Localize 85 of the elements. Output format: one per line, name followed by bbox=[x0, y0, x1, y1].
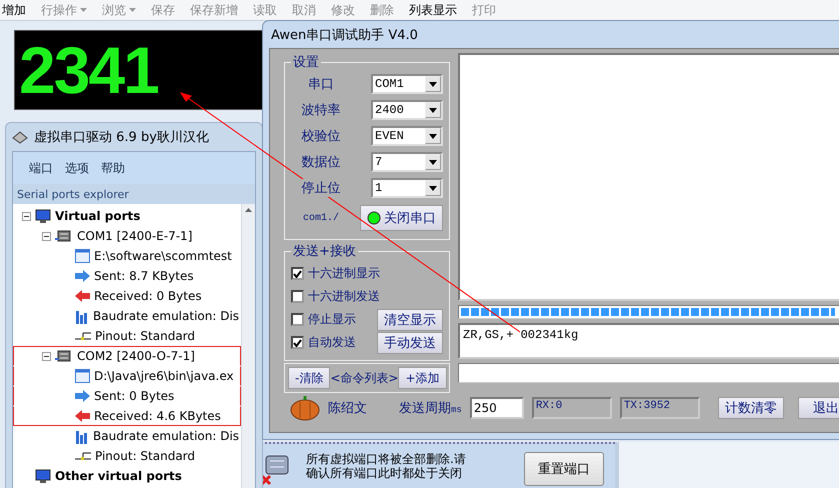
check-icon bbox=[293, 338, 302, 346]
computer-icon bbox=[35, 208, 51, 224]
scrollbar[interactable] bbox=[241, 204, 255, 488]
dropdown-field[interactable]: 7 bbox=[371, 152, 443, 172]
tree-item[interactable]: Baudrate emulation: Dis bbox=[13, 426, 241, 446]
menu-item[interactable]: 帮助 bbox=[101, 160, 125, 176]
checkbox[interactable] bbox=[291, 290, 304, 303]
toolbar-button[interactable]: 增加 bbox=[2, 2, 26, 18]
dropdown-field[interactable]: EVEN bbox=[371, 126, 443, 146]
tree-item[interactable]: Pinout: Standard bbox=[13, 446, 241, 466]
tree-item[interactable]: Other virtual ports bbox=[13, 466, 241, 486]
tree-item[interactable]: E:\software\scommtest bbox=[13, 246, 241, 266]
window-icon bbox=[75, 249, 90, 263]
command-list-label: <命令列表> bbox=[330, 370, 398, 386]
reset-count-button[interactable]: 计数清零 bbox=[718, 397, 784, 419]
checkbox[interactable] bbox=[291, 336, 304, 349]
scroll-up-icon[interactable] bbox=[245, 208, 252, 212]
serial-port-icon bbox=[55, 349, 73, 363]
checkbox-label: 自动发送 bbox=[308, 334, 357, 351]
tree-item[interactable]: Received: 0 Bytes bbox=[13, 286, 241, 306]
right-arrow-icon bbox=[75, 390, 90, 402]
highlighted-tree-item[interactable]: COM2 [2400-O-7-1] bbox=[13, 346, 241, 366]
collapse-icon[interactable] bbox=[22, 212, 31, 220]
toolbar-button[interactable]: 列表显示 bbox=[409, 2, 457, 18]
clear-button[interactable]: -清除 bbox=[288, 367, 330, 389]
close-port-button[interactable]: 关闭串口 bbox=[360, 205, 443, 231]
command-dropdown[interactable] bbox=[458, 363, 839, 383]
pumpkin-icon bbox=[290, 395, 320, 421]
check-icon bbox=[293, 270, 302, 278]
port-status: com1./ bbox=[302, 212, 340, 224]
dropdown-field[interactable]: 2400 bbox=[371, 100, 443, 120]
caret-icon bbox=[429, 134, 437, 138]
highlighted-tree-item[interactable]: D:\Java\jre6\bin\java.ex bbox=[13, 366, 241, 386]
window-icon bbox=[75, 369, 90, 383]
serial-port-icon bbox=[55, 229, 73, 243]
author-name: 陈绍文 bbox=[328, 400, 367, 417]
bar-chart-icon bbox=[75, 308, 89, 324]
add-button[interactable]: +添加 bbox=[398, 367, 447, 389]
tree-item[interactable]: Baudrate emulation: Dis bbox=[13, 306, 241, 326]
period-field[interactable]: 250 bbox=[470, 397, 524, 419]
panel-title: Serial ports explorer bbox=[13, 184, 255, 204]
menu-item[interactable]: 选项 bbox=[65, 160, 89, 176]
dropdown-field[interactable]: COM1 bbox=[371, 74, 443, 94]
group-title: 设置 bbox=[292, 54, 320, 71]
tree-item[interactable]: Sent: 8.7 KBytes bbox=[13, 266, 241, 286]
menu-item[interactable]: 端口 bbox=[29, 160, 53, 176]
caret-icon bbox=[129, 8, 136, 12]
rx-counter: RX:0 bbox=[532, 397, 612, 419]
plug-icon bbox=[75, 331, 91, 341]
caret-icon bbox=[429, 108, 437, 112]
checkbox[interactable] bbox=[291, 313, 304, 326]
left-arrow-icon bbox=[75, 290, 90, 302]
plug-icon bbox=[75, 451, 91, 461]
checkbox-label: 十六进制显示 bbox=[308, 265, 381, 282]
collapse-icon[interactable] bbox=[42, 232, 51, 240]
exit-button[interactable]: 退出 bbox=[798, 397, 839, 419]
send-text-field[interactable]: ZR,GS,+ 002341kg bbox=[458, 323, 839, 359]
checkbox[interactable] bbox=[291, 267, 304, 280]
collapse-icon[interactable] bbox=[42, 352, 51, 360]
action-button[interactable]: 清空显示 bbox=[377, 308, 443, 330]
caret-icon bbox=[429, 160, 437, 164]
app-icon bbox=[12, 130, 28, 144]
window-title: Awen串口调试助手 V4.0 bbox=[270, 26, 419, 44]
period-label: 发送周期ms bbox=[399, 400, 462, 417]
display-value: 2341 bbox=[19, 32, 158, 108]
caret-icon bbox=[429, 186, 437, 190]
caret-icon bbox=[429, 82, 437, 86]
right-arrow-icon bbox=[75, 270, 90, 282]
checkbox-label: 十六进制发送 bbox=[308, 288, 381, 305]
checkbox-label: 停止显示 bbox=[308, 311, 357, 328]
tx-counter: TX:3952 bbox=[620, 397, 700, 419]
window-title: 虚拟串口驱动 6.9 by耿川汉化 bbox=[34, 129, 209, 146]
dropdown-field[interactable]: 1 bbox=[371, 178, 443, 198]
caret-icon bbox=[80, 8, 87, 12]
left-arrow-icon bbox=[75, 410, 90, 422]
tree-item[interactable]: Pinout: Standard bbox=[13, 326, 241, 346]
group-title: 发送+接收 bbox=[292, 243, 357, 260]
computer-icon bbox=[35, 468, 51, 484]
info-message: 所有虚拟端口将被全部删除.请 确认所有端口此时都处于关闭 bbox=[306, 452, 467, 480]
reset-ports-button[interactable]: 重置端口 bbox=[524, 452, 604, 486]
bar-chart-icon bbox=[75, 428, 89, 444]
tree-item[interactable]: Virtual ports bbox=[13, 206, 241, 226]
tree-item[interactable]: COM1 [2400-E-7-1] bbox=[13, 226, 241, 246]
highlighted-tree-item[interactable]: Received: 4.6 KBytes bbox=[13, 406, 241, 426]
action-button[interactable]: 手动发送 bbox=[377, 332, 443, 354]
